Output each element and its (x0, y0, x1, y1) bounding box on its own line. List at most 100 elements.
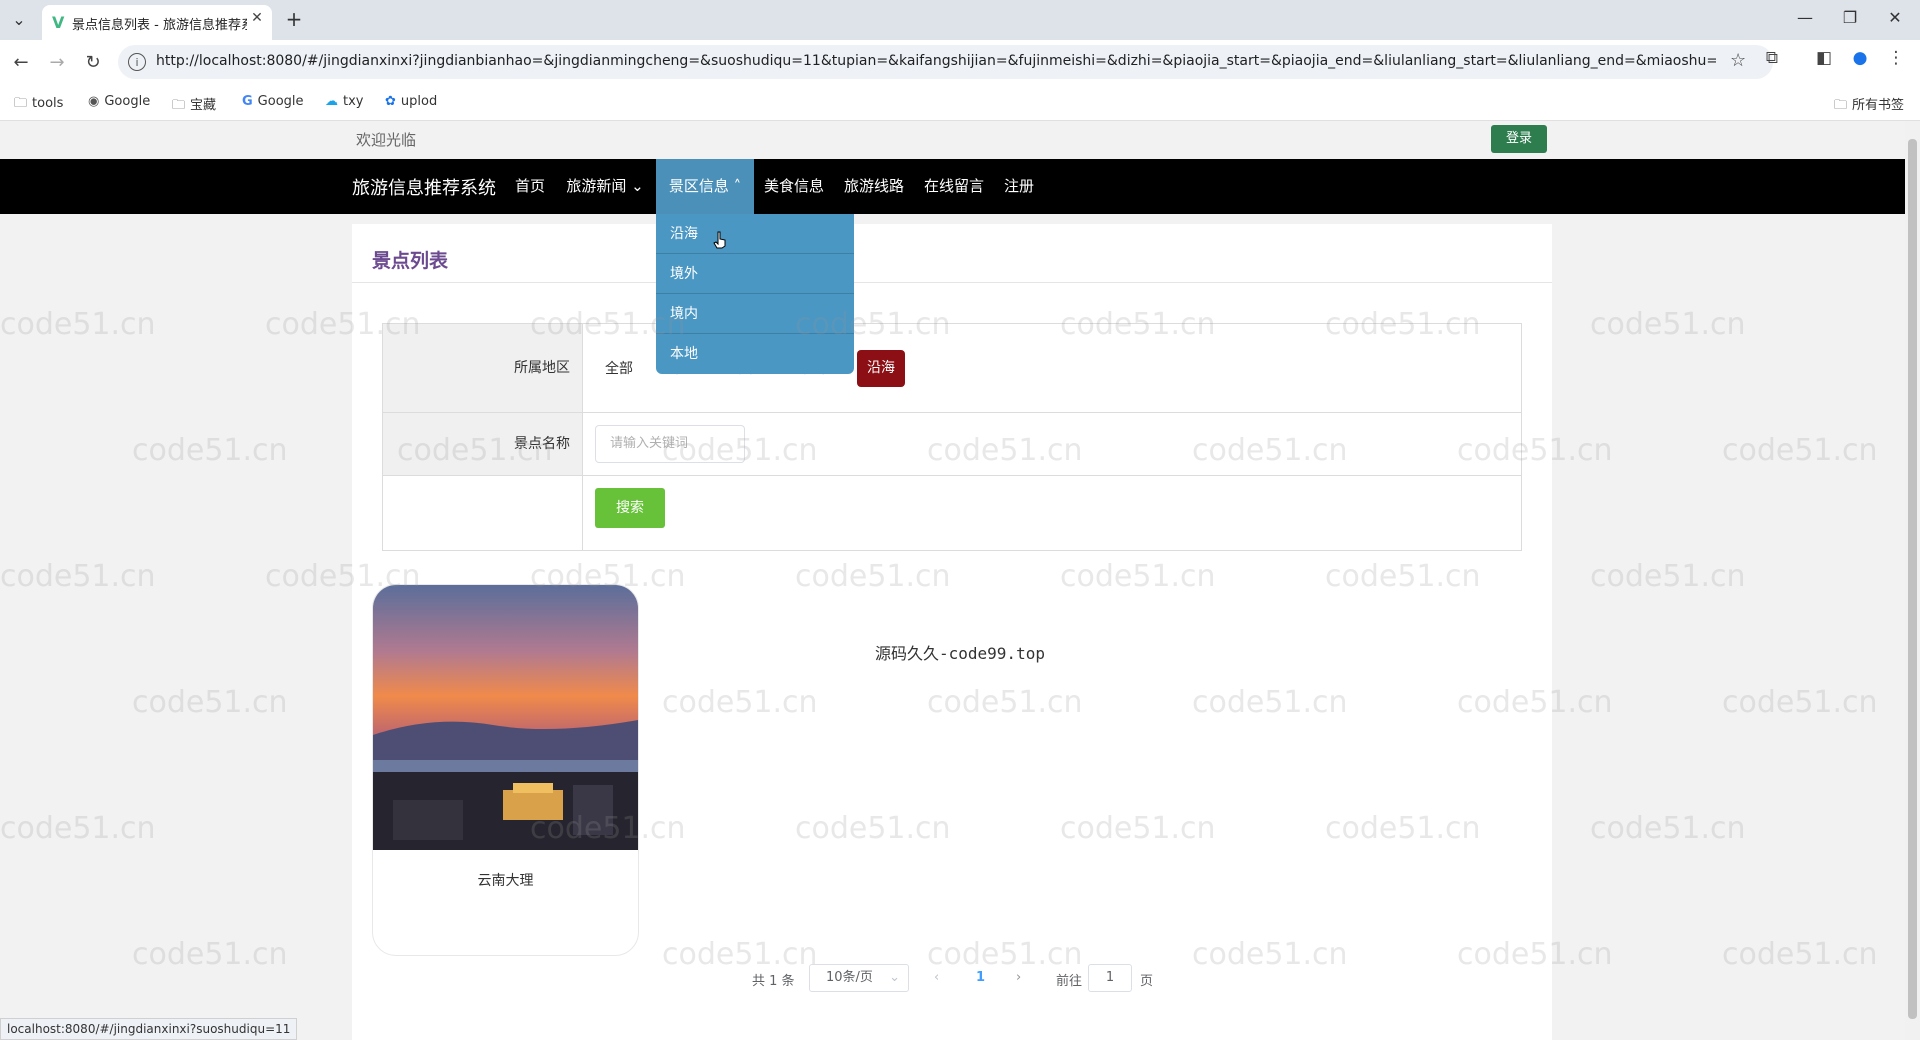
bookmarks-bar: 🗀 tools ◉ Google 🗀 宝藏 G Google ☁ txy ✿ uplod 🗀… (0, 86, 1920, 121)
watermark-text: code51.cn (1722, 937, 1878, 972)
profile-icon[interactable]: ● (1848, 46, 1872, 70)
bookmark-star-icon[interactable]: ☆ (1730, 50, 1746, 71)
hand-cursor-icon (713, 231, 726, 249)
globe-icon: ◉ (88, 94, 100, 109)
page-content: 欢迎光临 登录 旅游信息推荐系统 首页 旅游新闻 ⌄ 景区信息 ˄ 美食信息 旅… (0, 121, 1905, 1040)
watermark-text: code51.cn (0, 559, 156, 594)
next-page-icon[interactable]: › (1016, 970, 1021, 985)
search-button[interactable]: 搜索 (595, 488, 665, 528)
scrollbar-thumb[interactable] (1908, 139, 1917, 1019)
nav-messages[interactable]: 在线留言 (922, 159, 986, 214)
bookmark-google[interactable]: ◉ Google (88, 94, 150, 109)
browser-tab[interactable]: V 景点信息列表 - 旅游信息推荐系 ✕ (42, 5, 272, 40)
bookmark-google-2[interactable]: G Google (242, 94, 304, 109)
folder-icon: 🗀 (14, 96, 28, 111)
dropdown-item-local[interactable]: 本地 (656, 334, 854, 374)
goto-suffix: 页 (1140, 974, 1154, 989)
browser-toolbar: ← → ↻ i http://localhost:8080/#/jingdian… (0, 40, 1920, 86)
page-number-current[interactable]: 1 (976, 970, 985, 985)
bookmark-treasure[interactable]: 🗀 宝藏 (172, 94, 216, 118)
overlay-watermark-text: 源码久久-code99.top (875, 644, 1045, 663)
pagination-total: 共 1 条 (752, 974, 795, 989)
goto-prefix: 前往 (1056, 974, 1083, 989)
site-brand[interactable]: 旅游信息推荐系统 (352, 174, 496, 200)
bookmark-txy[interactable]: ☁ txy (325, 94, 363, 109)
watermark-text: code51.cn (132, 685, 288, 720)
button-row: 搜索 (383, 476, 1521, 550)
restore-icon[interactable]: ❐ (1840, 8, 1860, 27)
name-label: 景点名称 (383, 413, 583, 475)
nav-travel-routes[interactable]: 旅游线路 (842, 159, 906, 214)
folder-icon: 🗀 (1834, 98, 1848, 113)
new-tab-button[interactable]: + (282, 7, 306, 31)
watermark-text: code51.cn (1590, 307, 1746, 342)
upload-icon: ✿ (385, 94, 396, 109)
nav-food-info[interactable]: 美食信息 (762, 159, 826, 214)
dropdown-item-domestic[interactable]: 境内 (656, 294, 854, 334)
prev-page-icon[interactable]: ‹ (934, 970, 939, 985)
folder-icon: 🗀 (172, 98, 186, 113)
watermark-text: code51.cn (1722, 685, 1878, 720)
goto-page-input[interactable]: 1 (1088, 964, 1132, 992)
forward-icon[interactable]: → (44, 50, 70, 76)
login-button[interactable]: 登录 (1491, 125, 1547, 153)
all-bookmarks[interactable]: 🗀 所有书签 (1834, 94, 1904, 118)
vue-favicon-icon: V (52, 13, 65, 32)
browser-tabstrip: ⌄ V 景点信息列表 - 旅游信息推荐系 ✕ + — ❐ ✕ (0, 0, 1920, 40)
dropdown-item-coastal[interactable]: 沿海 (656, 214, 854, 254)
watermark-text: code51.cn (0, 811, 156, 846)
nav-scenic-info[interactable]: 景区信息 ˄ (656, 159, 754, 214)
main-navbar: 旅游信息推荐系统 首页 旅游新闻 ⌄ 景区信息 ˄ 美食信息 旅游线路 在线留言… (0, 159, 1905, 214)
nav-home[interactable]: 首页 (508, 159, 552, 214)
bookmark-uplod[interactable]: ✿ uplod (385, 94, 437, 109)
tab-title: 景点信息列表 - 旅游信息推荐系 (72, 18, 247, 33)
region-label: 所属地区 (383, 324, 583, 412)
filter-table: 所属地区 全部 本地 境内 境外 沿海 景点名称 请输入关键词 搜索 (382, 323, 1522, 551)
chevron-down-icon: ⌄ (626, 177, 644, 195)
tab-close-icon[interactable]: ✕ (247, 10, 267, 30)
site-info-icon[interactable]: i (128, 53, 146, 71)
watermark-text: code51.cn (132, 937, 288, 972)
scenic-card[interactable]: 云南大理 (372, 584, 639, 956)
browser-status-bar: localhost:8080/#/jingdianxinxi?suoshudiq… (0, 1018, 298, 1040)
scenic-photo (373, 585, 638, 850)
watermark-text: code51.cn (1590, 811, 1746, 846)
title-divider (352, 282, 1552, 283)
region-option-all[interactable]: 全部 (605, 358, 633, 378)
back-icon[interactable]: ← (8, 50, 34, 76)
side-panel-icon[interactable]: ◧ (1812, 46, 1836, 70)
menu-icon[interactable]: ⋮ (1884, 46, 1908, 70)
top-bar: 欢迎光临 登录 (0, 121, 1905, 159)
address-bar[interactable]: i http://localhost:8080/#/jingdianxinxi?… (118, 45, 1773, 79)
nav-travel-news[interactable]: 旅游新闻 ⌄ (562, 159, 648, 214)
watermark-text: code51.cn (1590, 559, 1746, 594)
url-text[interactable]: http://localhost:8080/#/jingdianxinxi?ji… (156, 53, 1716, 69)
scenic-card-name: 云南大理 (477, 873, 534, 889)
extensions-icon[interactable]: ⧉ (1760, 46, 1784, 70)
minimize-icon[interactable]: — (1795, 8, 1815, 27)
welcome-text: 欢迎光临 (356, 131, 417, 149)
window-close-icon[interactable]: ✕ (1885, 8, 1905, 27)
tab-list-icon[interactable]: ⌄ (8, 10, 30, 30)
dropdown-item-abroad[interactable]: 境外 (656, 254, 854, 294)
chevron-down-icon: ⌄ (889, 970, 900, 985)
scenic-dropdown-menu: 沿海 境外 境内 本地 (656, 214, 854, 374)
panel-title: 景点列表 (372, 250, 449, 272)
cloud-icon: ☁ (325, 94, 338, 109)
scenic-list-panel: 景点列表 所属地区 全部 本地 境内 境外 沿海 景点名称 请输入关键词 搜索 … (352, 224, 1552, 1040)
name-search-input[interactable]: 请输入关键词 (595, 425, 745, 463)
watermark-text: code51.cn (0, 307, 156, 342)
google-icon: G (242, 94, 253, 109)
nav-register[interactable]: 注册 (1002, 159, 1036, 214)
bookmark-tools[interactable]: 🗀 tools (14, 94, 63, 116)
name-row: 景点名称 请输入关键词 (383, 413, 1521, 476)
reload-icon[interactable]: ↻ (80, 50, 106, 76)
chevron-up-icon: ˄ (728, 177, 742, 195)
region-option-coastal[interactable]: 沿海 (857, 350, 905, 387)
page-scrollbar[interactable] (1905, 121, 1920, 1040)
watermark-text: code51.cn (132, 433, 288, 468)
button-row-label (383, 476, 583, 550)
page-size-select[interactable]: 10条/页 ⌄ (809, 964, 909, 992)
watermark-text: code51.cn (1722, 433, 1878, 468)
region-row: 所属地区 全部 本地 境内 境外 沿海 (383, 324, 1521, 413)
